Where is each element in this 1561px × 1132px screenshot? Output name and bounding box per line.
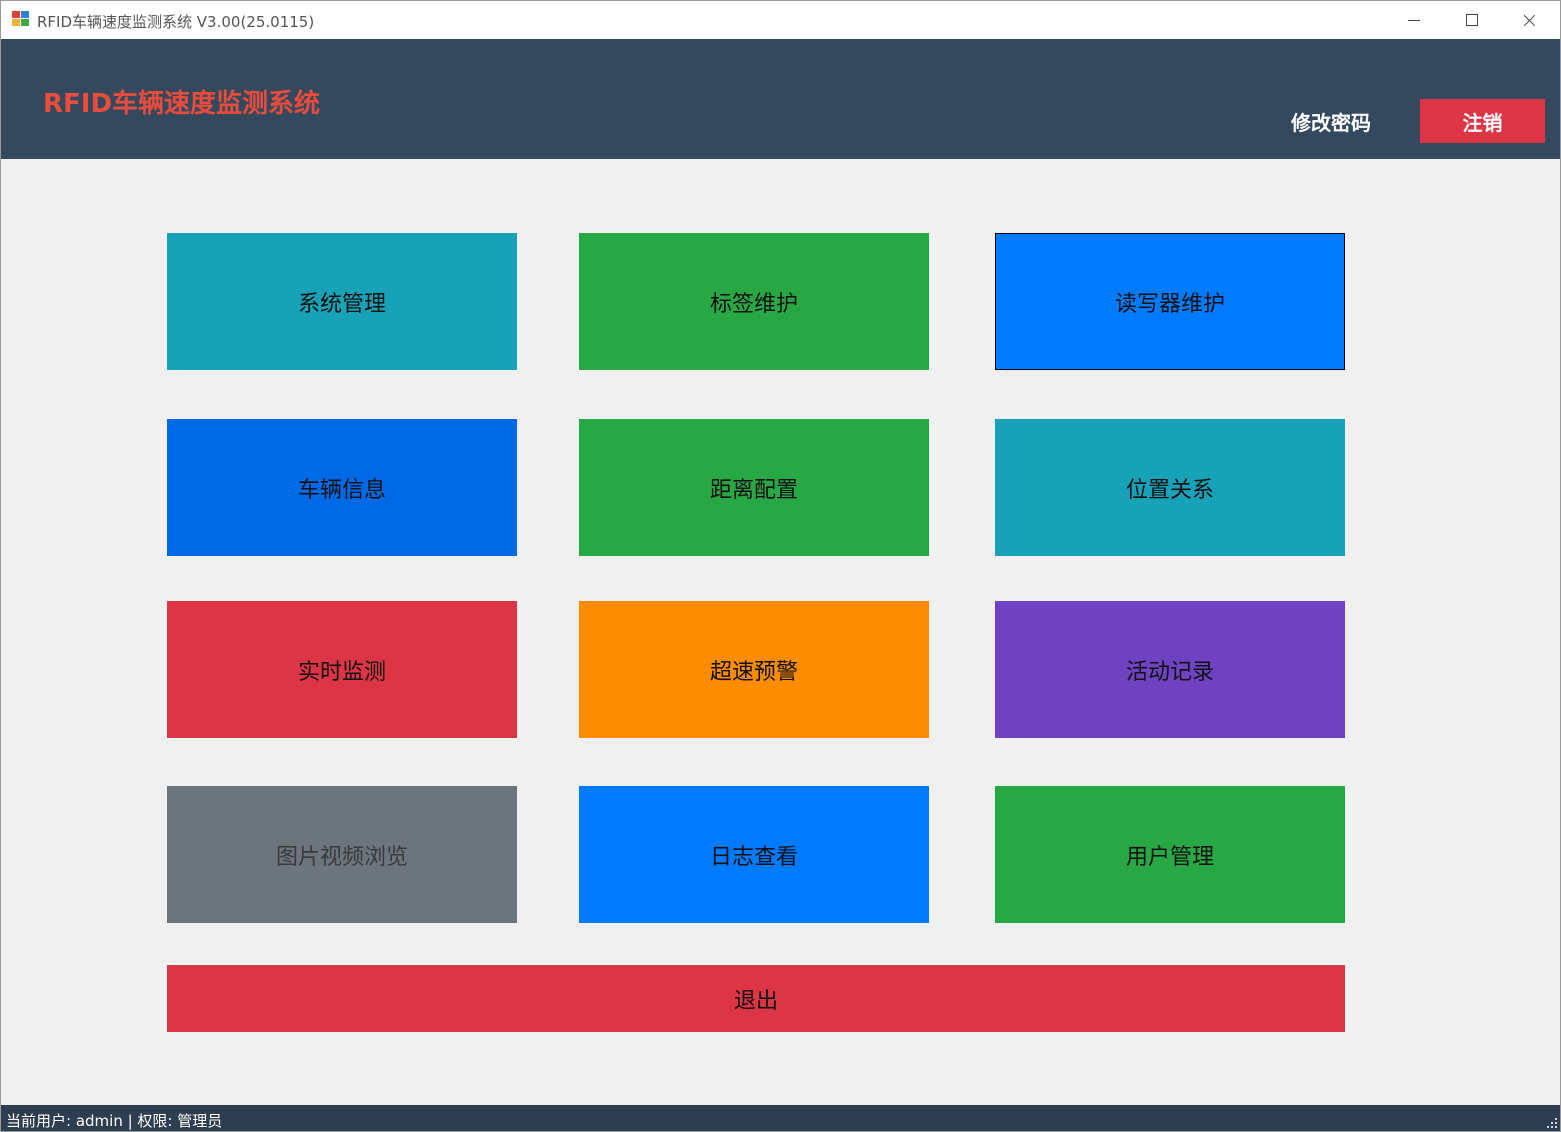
app-icon — [12, 11, 30, 27]
resize-grip-icon[interactable] — [1545, 1116, 1557, 1128]
app-header: RFID车辆速度监测系统 修改密码 注销 — [1, 39, 1560, 159]
system-management-button[interactable]: 系统管理 — [167, 233, 517, 370]
user-management-button[interactable]: 用户管理 — [995, 786, 1345, 923]
location-relation-button[interactable]: 位置关系 — [995, 419, 1345, 556]
current-user-status: 当前用户: admin | 权限: 管理员 — [6, 1112, 223, 1130]
vehicle-info-button[interactable]: 车辆信息 — [167, 419, 517, 556]
close-icon[interactable] — [1501, 1, 1559, 39]
media-browser-button[interactable]: 图片视频浏览 — [167, 786, 517, 923]
reader-maintenance-button[interactable]: 读写器维护 — [995, 233, 1345, 370]
log-viewer-button[interactable]: 日志查看 — [579, 786, 929, 923]
maximize-icon[interactable] — [1443, 1, 1501, 39]
overspeed-alert-button[interactable]: 超速预警 — [579, 601, 929, 738]
distance-config-button[interactable]: 距离配置 — [579, 419, 929, 556]
title-bar: RFID车辆速度监测系统 V3.00(25.0115) — [1, 1, 1560, 39]
app-brand-title: RFID车辆速度监测系统 — [43, 89, 321, 119]
app-window: RFID车辆速度监测系统 V3.00(25.0115) RFID车辆速度监测系统… — [0, 0, 1561, 1132]
minimize-icon[interactable] — [1385, 1, 1443, 39]
window-title: RFID车辆速度监测系统 V3.00(25.0115) — [37, 13, 315, 31]
logout-button[interactable]: 注销 — [1420, 99, 1545, 143]
status-bar: 当前用户: admin | 权限: 管理员 — [1, 1105, 1560, 1131]
activity-log-button[interactable]: 活动记录 — [995, 601, 1345, 738]
realtime-monitor-button[interactable]: 实时监测 — [167, 601, 517, 738]
exit-button[interactable]: 退出 — [167, 965, 1345, 1032]
change-password-link[interactable]: 修改密码 — [1291, 107, 1371, 136]
tag-maintenance-button[interactable]: 标签维护 — [579, 233, 929, 370]
